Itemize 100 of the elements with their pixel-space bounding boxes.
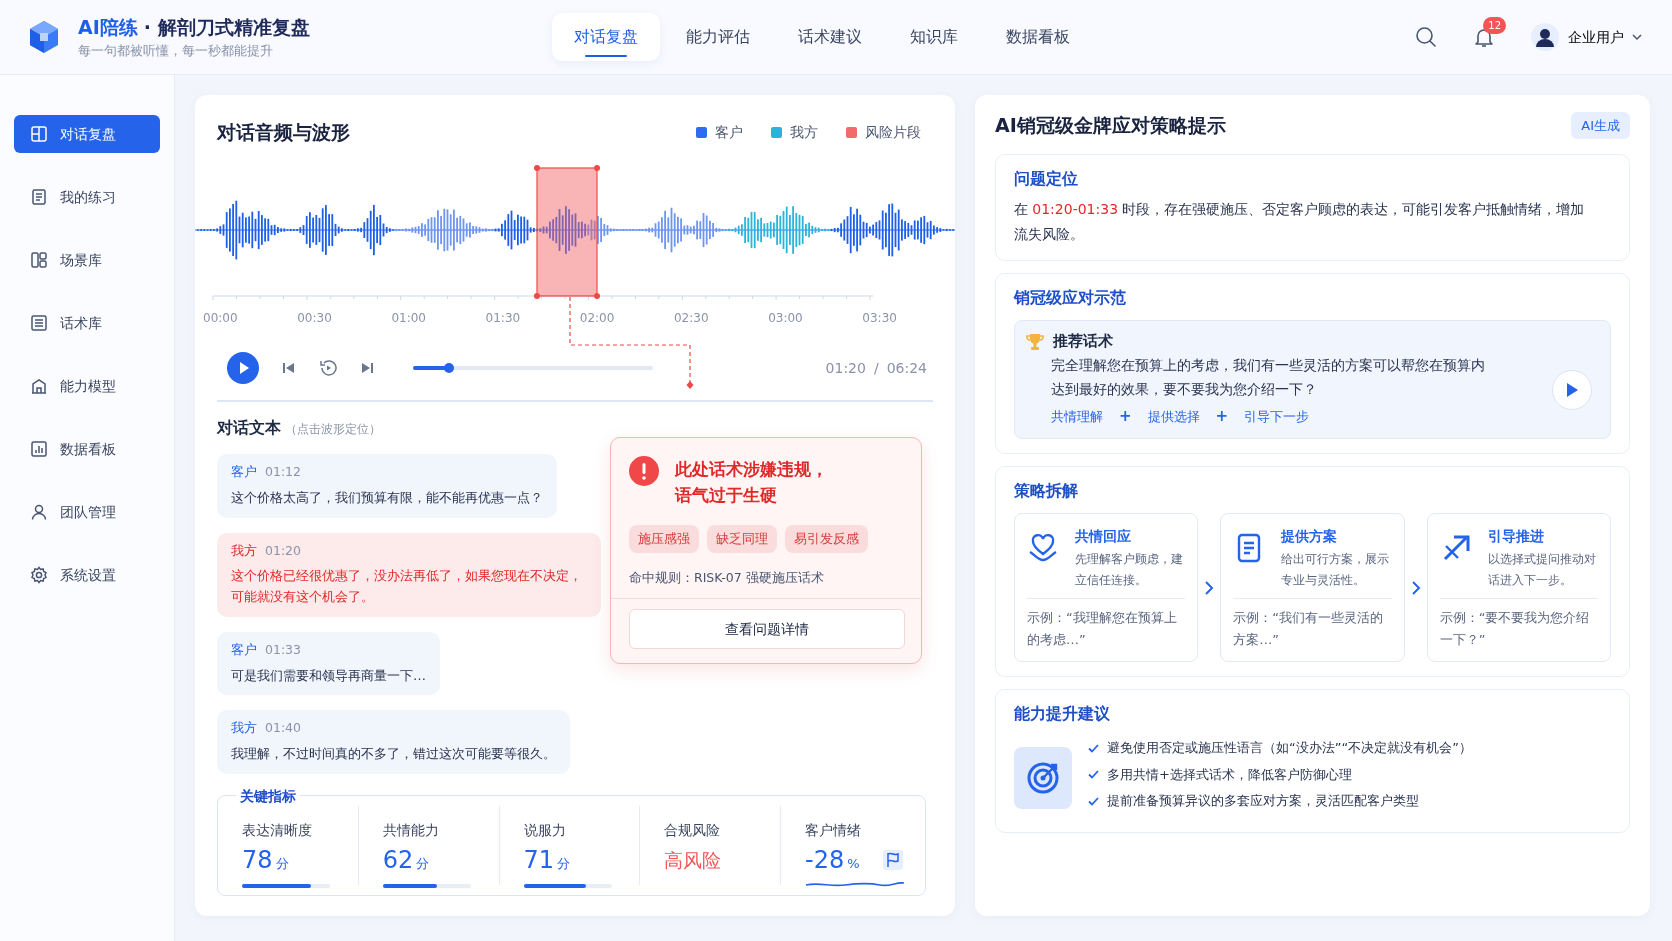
list-icon	[30, 314, 48, 332]
suggestion-text: 避免使用否定或施压性语言（如“没办法”“不决定就没有机会”）	[1107, 739, 1472, 758]
risk-tag: 缺乏同理	[707, 524, 777, 554]
sidebar-item[interactable]: 数据看板	[14, 430, 160, 468]
current-time: 01:20	[825, 358, 866, 378]
sidebar-item[interactable]: 场景库	[14, 241, 160, 279]
user-menu[interactable]: 企业用户	[1530, 22, 1642, 52]
strategy-example: 示例：“我理解您在预算上的考虑…”	[1027, 598, 1186, 652]
timeline-label: 00:30	[297, 310, 332, 327]
strategy-title: 共情回应	[1075, 526, 1132, 546]
strategy-example: 示例：“要不要我为您介绍一下？”	[1439, 598, 1598, 652]
target-icon	[1014, 747, 1072, 810]
step-label: 共情理解	[1051, 407, 1103, 426]
strategy-title: 引导推进	[1487, 526, 1545, 546]
nav-tab[interactable]: 能力评估	[664, 13, 772, 61]
step-label: 引导下一步	[1244, 407, 1310, 426]
skip-forward-icon[interactable]	[359, 360, 375, 376]
strategy-description: 给出可行方案，展示专业与灵活性。	[1281, 550, 1391, 589]
time-separator: /	[873, 358, 879, 378]
user-icon	[30, 503, 48, 521]
timeline-label: 01:00	[391, 310, 426, 327]
avatar-icon	[1530, 22, 1560, 52]
sidebar-item[interactable]: 话术库	[14, 304, 160, 342]
timeline-label: 02:30	[673, 310, 709, 327]
message-text: 我理解，不过时间真的不多了，错过这次可能要等很久。	[231, 745, 556, 764]
grid-icon	[30, 125, 48, 143]
timeline-label: 01:30	[485, 310, 521, 327]
legend-label: 客户	[715, 123, 743, 143]
alert-icon	[629, 456, 659, 486]
replay-icon[interactable]	[319, 359, 337, 377]
metric-unit: 分	[557, 855, 571, 874]
view-details-button[interactable]: 查看问题详情	[629, 609, 905, 650]
skip-back-icon[interactable]	[281, 360, 297, 376]
recommended-script: 完全理解您在预算上的考虑，我们有一些灵活的方案可以帮您在预算内达到最好的效果，要不要我为您介绍一下？	[1051, 355, 1486, 400]
transcript-hint: （点击波形定位）	[285, 421, 381, 438]
metric-value: 高风险	[664, 848, 722, 873]
app-title: · 解剖刀式精准复盘	[143, 15, 310, 41]
legend-label: 我方	[790, 123, 818, 143]
section-title: 策略拆解	[1014, 479, 1079, 502]
rule-text: 命中规则：RISK-07 强硬施压话术	[629, 569, 825, 588]
card-title: 推荐话术	[1053, 332, 1113, 351]
speaker-label: 我方	[231, 720, 257, 736]
strategy-description: 以选择式提问推动对话进入下一步。	[1487, 550, 1597, 589]
section-title: 能力提升建议	[1014, 703, 1111, 726]
legend-label: 风险片段	[865, 123, 921, 143]
metric-value: 71	[523, 845, 555, 877]
timeline-label: 03:30	[862, 310, 897, 327]
play-button[interactable]	[227, 352, 259, 384]
panel-title: AI销冠级金牌应对策略提示	[995, 113, 1226, 138]
message-text: 可是我们需要和领导再商量一下…	[231, 666, 426, 685]
metric-unit: 分	[416, 855, 430, 874]
message-time: 01:33	[265, 641, 302, 657]
suggestion-text: 多用共情+选择式话术，降低客户防御心理	[1107, 765, 1352, 784]
risk-tag: 施压感强	[629, 524, 699, 554]
panel-title: 对话音频与波形	[217, 120, 350, 146]
caret-icon	[1632, 32, 1642, 42]
section-title: 销冠级应对示范	[1014, 287, 1127, 309]
timeline-label: 02:00	[579, 310, 615, 327]
suggestion-text: 提前准备预算异议的多套应对方案，灵活匹配客户类型	[1107, 792, 1419, 811]
metric-unit: %	[847, 855, 860, 874]
metric-unit: 分	[275, 855, 289, 874]
nav-tab[interactable]: 知识库	[888, 13, 980, 61]
section-title: 问题定位	[1014, 167, 1079, 190]
plus-sign: +	[1215, 406, 1229, 428]
transcript-title: 对话文本	[217, 417, 281, 439]
metric-label: 表达清晰度	[242, 821, 313, 840]
metric-value: 78	[242, 845, 273, 877]
timeline-label: 03:00	[768, 310, 803, 327]
nav-tab[interactable]: 数据看板	[984, 13, 1092, 61]
speaker-label: 我方	[231, 542, 257, 558]
message-time: 01:40	[265, 720, 302, 736]
nav-tab[interactable]: 对话复盘	[552, 13, 660, 61]
metric-value: -28	[805, 845, 845, 877]
check-icon	[1088, 743, 1099, 753]
play-icon	[1565, 382, 1579, 399]
sidebar-item[interactable]: 系统设置	[14, 556, 160, 594]
risk-tag: 易引发反感	[785, 524, 868, 554]
nav-tab[interactable]: 话术建议	[776, 13, 884, 61]
popup-title: 此处话术涉嫌违规，语气过于生硬	[675, 458, 829, 508]
metric-label: 说服力	[523, 821, 567, 840]
step-label: 提供选择	[1147, 407, 1200, 426]
heart-hands-icon	[1027, 531, 1059, 564]
ai-generated-badge: AI生成	[1571, 111, 1630, 139]
search-icon[interactable]	[1414, 25, 1438, 49]
sidebar-item[interactable]: 对话复盘	[14, 115, 160, 153]
message-time: 01:20	[265, 542, 302, 558]
document-icon	[30, 188, 48, 206]
metrics-title: 关键指标	[236, 786, 300, 807]
trophy-icon	[1025, 331, 1045, 352]
layout-icon	[30, 251, 48, 269]
sidebar-item[interactable]: 能力模型	[14, 367, 160, 405]
problem-text: 在 01:20-01:33 时段，存在强硬施压、否定客户顾虑的表达，可能引发客户抵触情绪，增加流失风险。	[1014, 199, 1586, 244]
plus-sign: +	[1119, 406, 1132, 428]
strategy-example: 示例：“我们有一些灵活的方案…”	[1233, 598, 1392, 652]
brand-name: AI陪练	[78, 15, 138, 41]
play-button[interactable]	[1552, 370, 1592, 411]
sidebar-item[interactable]: 我的练习	[14, 178, 160, 216]
metric-label: 共情能力	[382, 821, 440, 840]
sidebar-item[interactable]: 团队管理	[14, 493, 160, 531]
metric-value: 62	[382, 845, 414, 877]
